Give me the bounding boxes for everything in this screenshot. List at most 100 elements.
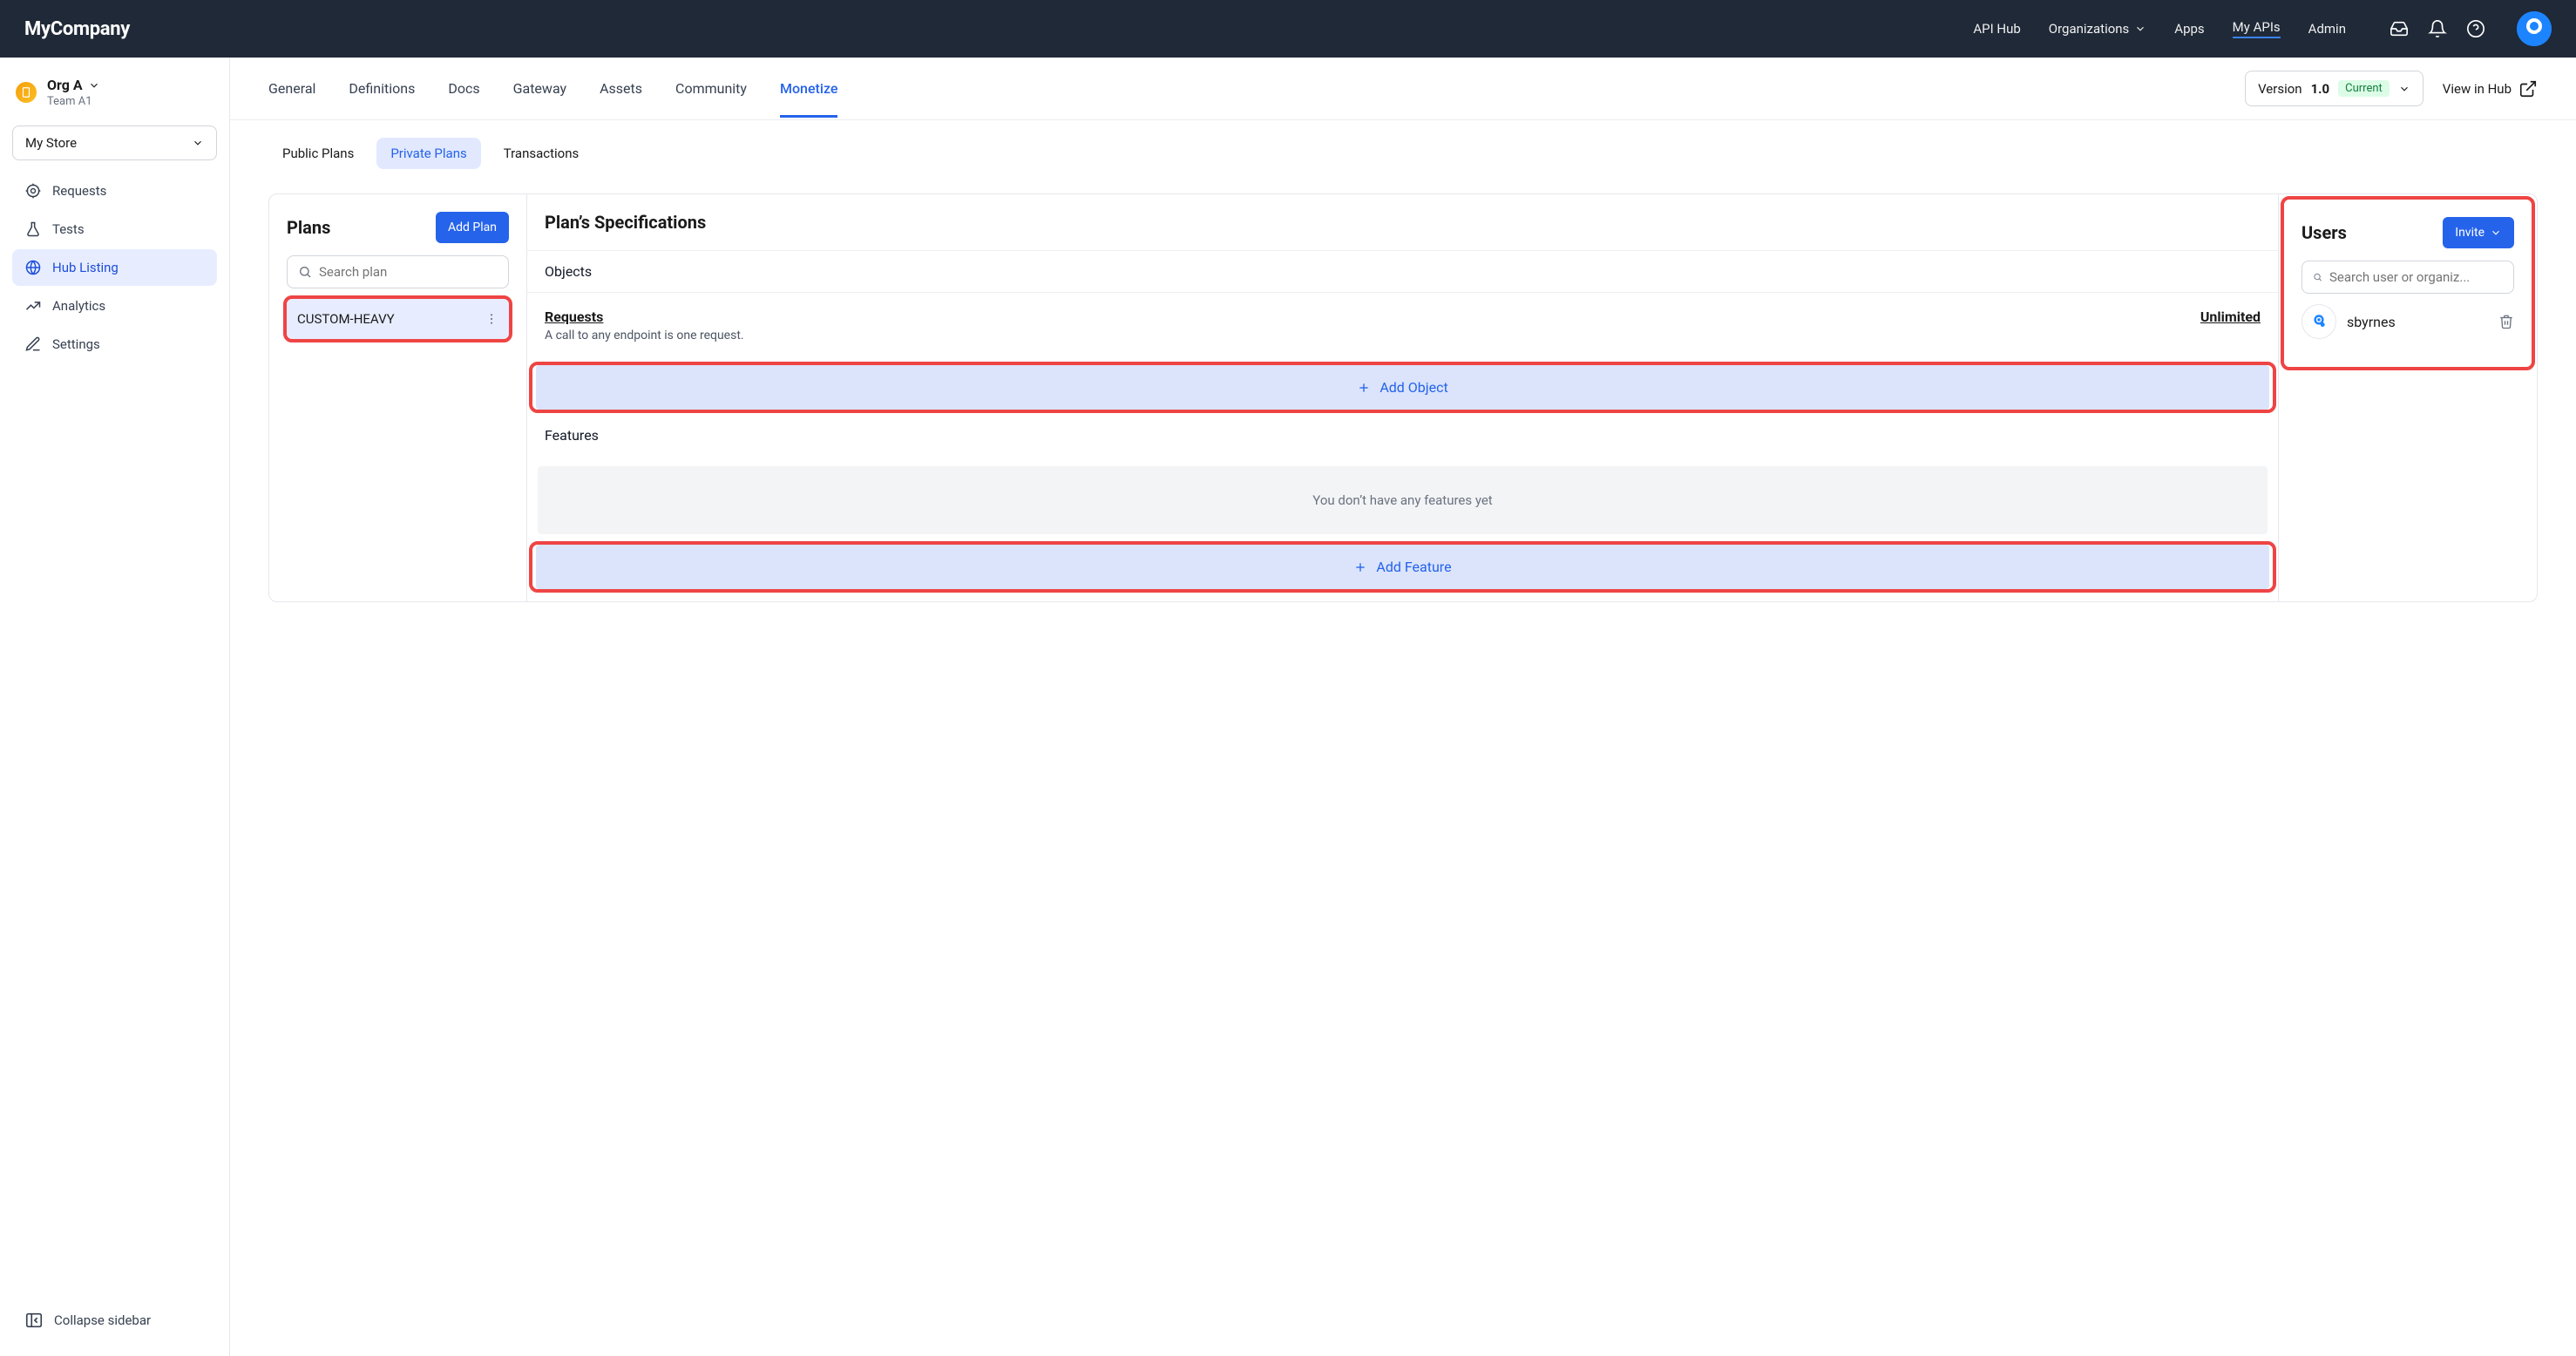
object-value[interactable]: Unlimited: [2200, 308, 2261, 342]
plan-search-input[interactable]: [319, 264, 498, 280]
trash-icon[interactable]: [2498, 314, 2514, 329]
tab-monetize[interactable]: Monetize: [780, 59, 837, 118]
tab-community[interactable]: Community: [675, 59, 747, 118]
pencil-icon: [24, 336, 42, 353]
inbox-icon[interactable]: [2390, 19, 2409, 38]
help-icon[interactable]: [2466, 19, 2485, 38]
chevron-down-icon: [2134, 23, 2146, 35]
users-title: Users: [2301, 222, 2347, 243]
version-value: 1.0: [2311, 81, 2330, 97]
sidebar-item-tests[interactable]: Tests: [12, 211, 217, 247]
org-icon: [16, 82, 37, 103]
nav-admin[interactable]: Admin: [2308, 21, 2346, 37]
kebab-icon[interactable]: [485, 312, 498, 326]
chart-icon: [24, 297, 42, 315]
nav-organizations-label: Organizations: [2049, 21, 2130, 37]
bell-icon[interactable]: [2428, 19, 2447, 38]
topnav: API Hub Organizations Apps My APIs Admin: [1973, 11, 2552, 46]
nav-organizations[interactable]: Organizations: [2049, 21, 2147, 37]
add-object-label: Add Object: [1380, 379, 1447, 396]
chevron-down-icon: [2490, 227, 2502, 239]
pill-private-plans[interactable]: Private Plans: [376, 138, 480, 169]
target-icon: [24, 182, 42, 200]
add-feature-label: Add Feature: [1376, 559, 1451, 575]
user-avatar[interactable]: [2517, 11, 2552, 46]
objects-title: Objects: [527, 250, 2278, 292]
sidebar-item-requests[interactable]: Requests: [12, 173, 217, 209]
view-in-hub-label: View in Hub: [2443, 81, 2512, 97]
nav-apps[interactable]: Apps: [2174, 21, 2204, 37]
chevron-down-icon: [192, 137, 204, 149]
search-icon: [298, 265, 312, 279]
users-panel: Users Invite: [2279, 194, 2537, 601]
highlight-add-feature: Add Feature: [532, 545, 2273, 589]
tab-general[interactable]: General: [268, 59, 315, 118]
nav-api-hub[interactable]: API Hub: [1973, 21, 2020, 37]
chevron-down-icon: [88, 79, 100, 92]
topnav-icons: [2390, 11, 2552, 46]
team-name: Team A1: [47, 95, 100, 108]
flask-icon: [24, 220, 42, 238]
plan-name: CUSTOM-HEAVY: [297, 311, 395, 327]
plans-panel: Plans Add Plan CUSTOM-HEAVY: [269, 194, 527, 601]
plus-icon: [1353, 560, 1367, 574]
features-title: Features: [527, 415, 2278, 456]
spec-panel: Plan’s Specifications Objects Requests A…: [527, 194, 2279, 601]
tab-docs[interactable]: Docs: [448, 59, 479, 118]
store-label: My Store: [25, 135, 77, 151]
features-empty: You don’t have any features yet: [538, 466, 2268, 534]
tab-assets[interactable]: Assets: [600, 59, 642, 118]
subtabs: General Definitions Docs Gateway Assets …: [230, 58, 2576, 120]
highlight-users: Users Invite: [2284, 200, 2532, 367]
version-badge: Current: [2338, 80, 2390, 97]
user-search[interactable]: [2301, 261, 2514, 294]
sidebar-item-label: Hub Listing: [52, 260, 119, 275]
tab-definitions[interactable]: Definitions: [349, 59, 415, 118]
external-link-icon: [2518, 79, 2538, 98]
add-plan-button[interactable]: Add Plan: [436, 212, 509, 243]
columns: Plans Add Plan CUSTOM-HEAVY: [268, 193, 2538, 602]
view-in-hub[interactable]: View in Hub: [2443, 79, 2538, 98]
store-select[interactable]: My Store: [12, 125, 217, 160]
plans-header: Plans Add Plan: [287, 212, 509, 243]
sidebar-item-settings[interactable]: Settings: [12, 326, 217, 363]
user-search-input[interactable]: [2329, 269, 2503, 285]
user-row: sbyrnes: [2301, 294, 2514, 349]
pill-public-plans[interactable]: Public Plans: [268, 138, 368, 169]
version-label: Version: [2258, 81, 2302, 97]
object-label[interactable]: Requests: [545, 308, 744, 325]
add-feature-button[interactable]: Add Feature: [536, 545, 2269, 589]
main: General Definitions Docs Gateway Assets …: [230, 58, 2576, 1356]
plan-item[interactable]: CUSTOM-HEAVY: [287, 299, 509, 339]
sidebar-item-label: Tests: [52, 221, 85, 237]
pill-transactions[interactable]: Transactions: [490, 138, 593, 169]
highlight-plan: CUSTOM-HEAVY: [287, 299, 509, 339]
sidebar-item-label: Analytics: [52, 298, 105, 314]
subtabs-right: Version 1.0 Current View in Hub: [2245, 71, 2538, 106]
collapse-sidebar[interactable]: Collapse sidebar: [12, 1300, 217, 1340]
version-select[interactable]: Version 1.0 Current: [2245, 71, 2423, 106]
object-row-requests: Requests A call to any endpoint is one r…: [527, 292, 2278, 360]
sidebar-item-label: Settings: [52, 336, 100, 352]
side-menu: Requests Tests Hub Listing Analytics Set…: [12, 173, 217, 363]
plans-title: Plans: [287, 217, 330, 238]
tab-gateway[interactable]: Gateway: [513, 59, 567, 118]
brand: MyCompany: [24, 18, 130, 40]
sidebar-item-hub-listing[interactable]: Hub Listing: [12, 249, 217, 286]
org-name: Org A: [47, 77, 83, 93]
chevron-down-icon: [2398, 83, 2410, 95]
content: Plans Add Plan CUSTOM-HEAVY: [230, 186, 2576, 637]
sidebar: Org A Team A1 My Store Requests Tests Hu…: [0, 58, 230, 1356]
topbar: MyCompany API Hub Organizations Apps My …: [0, 0, 2576, 58]
sidebar-item-analytics[interactable]: Analytics: [12, 288, 217, 324]
user-avatar-icon: [2301, 304, 2336, 339]
plus-icon: [1357, 381, 1371, 395]
monetize-tabs: Public Plans Private Plans Transactions: [230, 120, 2576, 186]
plan-search[interactable]: [287, 255, 509, 288]
users-header: Users Invite: [2301, 217, 2514, 248]
org-selector[interactable]: Org A Team A1: [12, 73, 217, 120]
object-text: Requests A call to any endpoint is one r…: [545, 308, 744, 342]
nav-my-apis[interactable]: My APIs: [2233, 19, 2281, 38]
invite-button[interactable]: Invite: [2443, 217, 2514, 248]
add-object-button[interactable]: Add Object: [536, 365, 2269, 410]
